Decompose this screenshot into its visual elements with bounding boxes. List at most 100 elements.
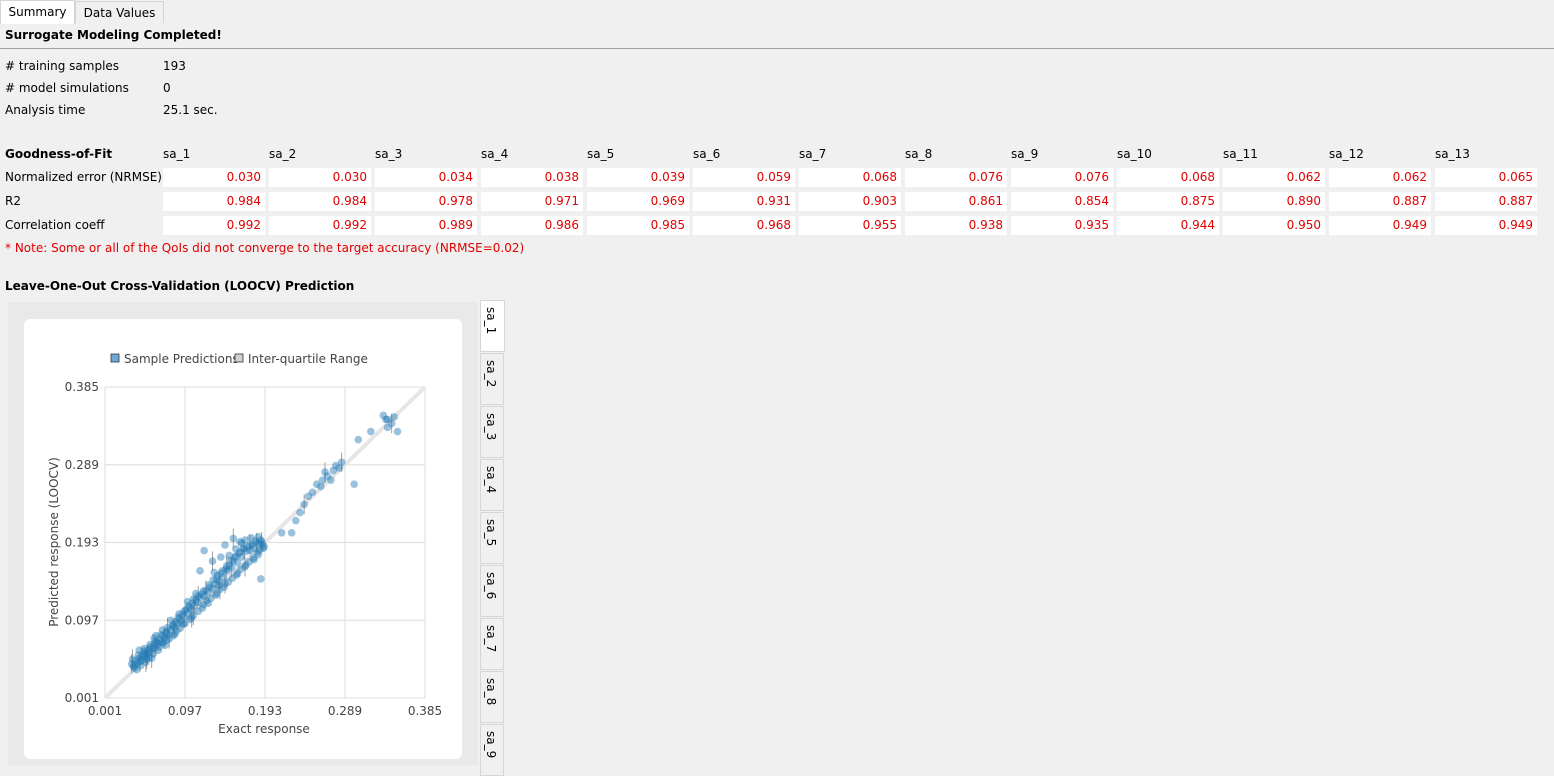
sample-point [200,546,208,555]
legend-swatch-predictions [110,353,120,363]
y-tick-label: 0.193 [65,536,99,550]
sample-point [184,601,193,610]
gof-cell: 0.949 [1435,216,1537,235]
gof-col-header-sa_12: sa_12 [1329,147,1364,161]
sample-point [151,637,159,646]
sample-point [350,480,358,488]
tab-data-values[interactable]: Data Values [75,1,164,23]
gof-col-header-sa_3: sa_3 [375,147,403,161]
gof-col-header-sa_10: sa_10 [1117,147,1152,161]
gof-cell: 0.062 [1329,168,1431,187]
gof-cell: 0.992 [163,216,265,235]
gof-cell: 0.985 [587,216,689,235]
sample-point [337,458,346,467]
gof-cell: 0.039 [587,168,689,187]
gof-col-header-sa_6: sa_6 [693,147,721,161]
gof-cell: 0.944 [1117,216,1219,235]
gof-row-label-nrmse: Normalized error (NRMSE) [5,170,162,184]
x-tick-label: 0.097 [168,704,202,718]
sample-point [257,575,265,583]
side-tab-label: sa_9 [484,731,498,759]
sample-point [327,476,335,484]
side-tab-sa_4[interactable]: sa_4 [480,459,504,511]
gof-cell: 0.903 [799,192,901,211]
side-tab-sa_7[interactable]: sa_7 [480,618,504,670]
gof-col-header-sa_4: sa_4 [481,147,509,161]
sample-point [236,537,244,546]
gof-cell: 0.068 [1117,168,1219,187]
sample-point [300,500,308,509]
side-tab-sa_3[interactable]: sa_3 [480,406,504,458]
side-tab-sa_2[interactable]: sa_2 [480,353,504,405]
side-tab-sa_8[interactable]: sa_8 [480,671,504,723]
chart-legend: Sample Predictions Inter-quartile Range [110,352,368,366]
y-tick-label: 0.289 [65,458,99,472]
gof-cell: 0.931 [693,192,795,211]
sample-point [308,488,317,497]
side-tab-sa_1[interactable]: sa_1 [480,300,505,352]
legend-swatch-iqr [234,353,244,363]
gof-col-header-sa_7: sa_7 [799,147,827,161]
gof-cell: 0.065 [1435,168,1537,187]
gof-cell: 0.887 [1329,192,1431,211]
sample-point [296,508,304,517]
gof-title: Goodness-of-Fit [5,147,113,161]
gof-cell: 0.992 [269,216,371,235]
sample-point [390,413,398,421]
sample-point [221,541,229,549]
loocv-title: Leave-One-Out Cross-Validation (LOOCV) P… [5,279,355,293]
gof-cell: 0.971 [481,192,583,211]
y-tick-label: 0.097 [65,613,99,627]
side-tab-label: sa_5 [484,519,498,547]
sample-point [174,613,183,621]
sample-point [196,567,204,575]
side-tab-sa_9[interactable]: sa_9 [480,724,504,776]
stat-value-model-simulations: 0 [163,81,171,95]
stat-value-training-samples: 193 [163,59,186,73]
gof-cell: 0.935 [1011,216,1113,235]
gof-cell: 0.968 [693,216,795,235]
convergence-note: * Note: Some or all of the QoIs did not … [5,241,525,255]
qoi-side-tabs: sa_1 sa_2 sa_3 sa_4 sa_5 sa_6 sa_7 sa_8 sa_9 [480,300,505,776]
sample-point [292,516,300,525]
loocv-scatter-chart: 0.001 0.097 0.193 0.289 0.385 0.001 0.097 0.193… [47,352,442,736]
sample-point [277,528,286,537]
side-tab-label: sa_8 [484,678,498,706]
y-axis-label: Predicted response (LOOCV) [47,457,61,627]
stat-label-training-samples: # training samples [5,59,120,73]
sample-point [199,587,208,595]
sample-point [217,553,225,561]
gof-cell: 0.887 [1435,192,1537,211]
sample-point [208,557,217,565]
x-tick-label: 0.385 [408,704,442,718]
gof-cell: 0.986 [481,216,583,235]
gof-cell: 0.984 [163,192,265,211]
gof-col-header-sa_1: sa_1 [163,147,191,161]
gof-cell: 0.038 [481,168,583,187]
tab-bar: Summary Data Values [0,0,1554,24]
sample-point [393,427,402,436]
gof-cell: 0.890 [1223,192,1325,211]
gof-row-label-r2: R2 [5,194,21,208]
gof-cell: 0.955 [799,216,901,235]
gof-cell: 0.875 [1117,192,1219,211]
gof-cell: 0.949 [1329,216,1431,235]
stat-label-analysis-time: Analysis time [5,103,86,117]
side-tab-sa_5[interactable]: sa_5 [480,512,504,564]
side-tab-sa_6[interactable]: sa_6 [480,565,504,617]
gof-col-header-sa_13: sa_13 [1435,147,1470,161]
x-tick-label: 0.001 [88,704,122,718]
tab-summary[interactable]: Summary [0,0,75,24]
side-tab-label: sa_3 [484,413,498,441]
gof-cell: 0.062 [1223,168,1325,187]
sample-point [149,649,158,658]
gof-col-header-sa_5: sa_5 [587,147,615,161]
gof-cell: 0.969 [587,192,689,211]
gof-cell: 0.059 [693,168,795,187]
gof-col-header-sa_2: sa_2 [269,147,297,161]
side-tab-label: sa_6 [484,572,498,600]
sample-point [382,415,390,424]
gof-cell: 0.984 [269,192,371,211]
gof-cell: 0.068 [799,168,901,187]
gof-cell: 0.030 [163,168,265,187]
